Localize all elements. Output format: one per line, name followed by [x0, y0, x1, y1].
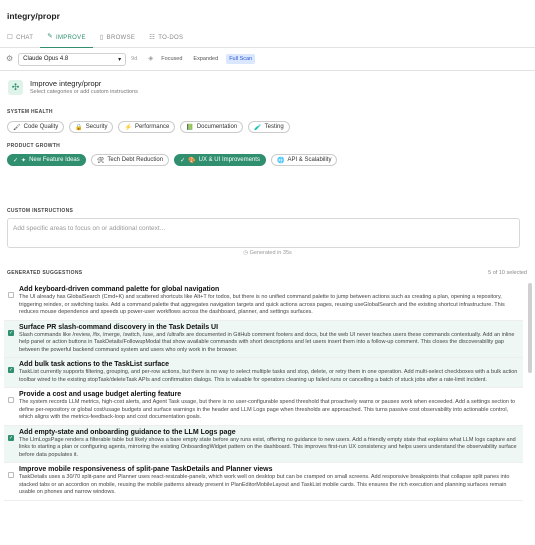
- tab-improve[interactable]: ✎ IMPROVE: [40, 28, 93, 48]
- suggestion-desc: Slash commands like /review, /fix, /merg…: [19, 331, 515, 353]
- browse-icon: ▯: [99, 33, 104, 41]
- app-title: integry/propr: [7, 11, 60, 21]
- tools-icon: 🛠: [96, 157, 105, 164]
- suggestion-desc: TaskList currently supports filtering, g…: [19, 369, 518, 383]
- chip-testing[interactable]: 🧪 Testing: [248, 121, 290, 133]
- chip-security[interactable]: 🔒 Security: [69, 121, 114, 133]
- clock-icon: ◷: [243, 250, 249, 256]
- model-select[interactable]: Claude Opus 4.8 ▾: [18, 52, 127, 66]
- chip-ux-ui-improvements[interactable]: ✓ 🎨 UX & UI Improvements: [174, 154, 266, 166]
- tab-todos[interactable]: ☷ TO-DOS: [142, 28, 190, 48]
- custom-instructions-input[interactable]: Add specific areas to focus on or additi…: [7, 218, 520, 248]
- system-health-label: SYSTEM HEALTH: [7, 109, 53, 115]
- suggestion-desc: TaskDetails uses a 30/70 split-pane and …: [19, 474, 510, 495]
- globe-icon: 🌐: [276, 157, 285, 164]
- mode-full-scan[interactable]: Full Scan: [226, 54, 256, 64]
- mode-focused[interactable]: Focused: [158, 54, 185, 64]
- model-row: ⚙ Claude Opus 4.8 ▾ 9d ◈ Focused Expande…: [6, 52, 256, 66]
- list-item[interactable]: ✓ Add bulk task actions to the TaskList …: [4, 358, 523, 388]
- suggestion-checkbox[interactable]: ✓: [8, 329, 14, 336]
- divider: [0, 70, 535, 71]
- list-item[interactable]: Add keyboard-driven command palette for …: [4, 283, 523, 321]
- tab-browse[interactable]: ▯ BROWSE: [93, 28, 142, 48]
- chip-documentation[interactable]: 📗 Documentation: [180, 121, 244, 133]
- suggestion-checkbox[interactable]: [8, 472, 14, 478]
- tab-bar: ☐ CHAT ✎ IMPROVE ▯ BROWSE ☷ TO-DOS: [0, 28, 535, 48]
- suggestions-label: GENERATED SUGGESTIONS: [7, 270, 83, 276]
- suggestion-title: Add bulk task actions to the TaskList su…: [19, 361, 170, 368]
- tab-chat[interactable]: ☐ CHAT: [0, 28, 40, 48]
- suggestion-checkbox[interactable]: [8, 292, 14, 298]
- suggestion-checkbox[interactable]: ✓: [8, 367, 14, 373]
- mode-expanded[interactable]: Expanded: [190, 54, 221, 64]
- list-item[interactable]: ✓ Surface PR slash-command discovery in …: [4, 320, 523, 358]
- scrollbar[interactable]: [528, 283, 533, 545]
- bolt-icon: ⚡: [124, 124, 132, 131]
- wand-icon: ✎: [47, 33, 53, 41]
- chip-new-feature-ideas[interactable]: ✓ ✦ New Feature Ideas: [7, 154, 86, 166]
- list-item[interactable]: Provide a cost and usage budget alerting…: [4, 388, 523, 426]
- lock-icon: 🔒: [75, 124, 83, 131]
- palette-icon: 🎨: [188, 157, 196, 164]
- suggestion-desc: The system records LLM metrics, high-cos…: [19, 399, 516, 420]
- sparkle-icon: ✦: [21, 157, 27, 164]
- chip-performance[interactable]: ⚡ Performance: [118, 121, 176, 133]
- improve-title: Improve integry/propr: [30, 79, 102, 88]
- check-icon: ✓: [13, 157, 19, 164]
- sparkle-icon: ✣: [8, 80, 23, 95]
- book-icon: 📗: [186, 124, 194, 131]
- list-item[interactable]: Improve mobile responsiveness of split-p…: [4, 463, 523, 501]
- improve-subtitle: Select categories or add custom instruct…: [30, 89, 138, 95]
- chip-tech-debt-reduction[interactable]: 🛠 Tech Debt Reduction: [90, 154, 170, 166]
- product-growth-label: PRODUCT GROWTH: [7, 143, 61, 149]
- check-icon: ✓: [180, 157, 186, 164]
- suggestion-title: Improve mobile responsiveness of split-p…: [19, 466, 273, 473]
- scrollbar-thumb[interactable]: [528, 283, 532, 373]
- suggestion-desc: The UI already has GlobalSearch (Cmd+K) …: [19, 294, 505, 315]
- suggestion-desc: The LlmLogsPage renders a filterable tab…: [19, 436, 517, 458]
- model-age: 9d: [131, 56, 138, 62]
- suggestion-checkbox[interactable]: ✓: [8, 434, 14, 441]
- brush-icon: 🖌: [13, 124, 21, 131]
- suggestion-title: Add empty-state and onboarding guidance …: [19, 428, 236, 436]
- list-item[interactable]: ✓ Add empty-state and onboarding guidanc…: [4, 425, 523, 463]
- suggestion-title: Provide a cost and usage budget alerting…: [19, 391, 182, 398]
- suggestions-count: 5 of 10 selected: [488, 270, 527, 276]
- product-growth-chips: ✓ ✦ New Feature Ideas 🛠 Tech Debt Reduction…: [7, 154, 338, 166]
- chevron-down-icon: ▾: [118, 56, 122, 63]
- chip-code-quality[interactable]: 🖌 Code Quality: [7, 121, 65, 133]
- layers-icon: ◈: [148, 54, 154, 62]
- suggestion-list: Add keyboard-driven command palette for …: [4, 283, 523, 501]
- test-icon: 🧪: [254, 124, 262, 131]
- chat-icon: ☐: [7, 33, 14, 41]
- suggestion-title: Surface PR slash-command discovery in th…: [19, 323, 219, 331]
- custom-instructions-label: CUSTOM INSTRUCTIONS: [7, 208, 74, 214]
- system-health-chips: 🖌 Code Quality 🔒 Security ⚡ Performance 📗 Do…: [7, 121, 290, 133]
- todo-icon: ☷: [149, 33, 156, 41]
- suggestion-title: Add keyboard-driven command palette for …: [19, 286, 220, 293]
- generated-note: ◷ Generated in 35s: [243, 250, 292, 256]
- chip-api-scalability[interactable]: 🌐 API & Scalability: [270, 154, 338, 166]
- suggestion-checkbox[interactable]: [8, 397, 14, 403]
- gear-icon[interactable]: ⚙: [6, 55, 13, 63]
